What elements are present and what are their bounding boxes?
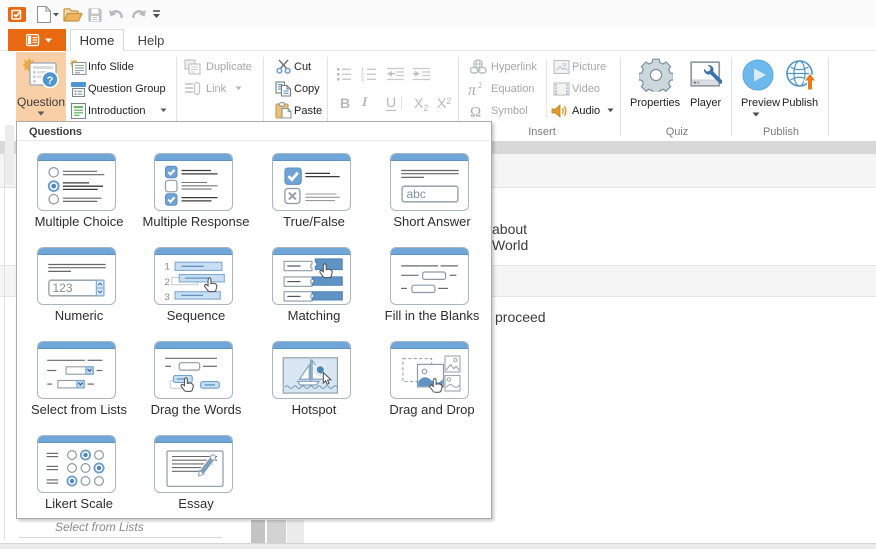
svg-text:abc: abc — [407, 187, 426, 201]
svg-text:123: 123 — [53, 281, 73, 295]
svg-text:Ω: Ω — [470, 105, 481, 119]
svg-text:2: 2 — [478, 81, 482, 90]
svg-text:3: 3 — [165, 292, 170, 303]
svg-text:1: 1 — [165, 262, 170, 273]
svg-text:?: ? — [47, 75, 54, 87]
svg-text:3: 3 — [361, 78, 364, 82]
svg-text:2: 2 — [165, 277, 170, 288]
svg-text:π: π — [468, 82, 477, 97]
